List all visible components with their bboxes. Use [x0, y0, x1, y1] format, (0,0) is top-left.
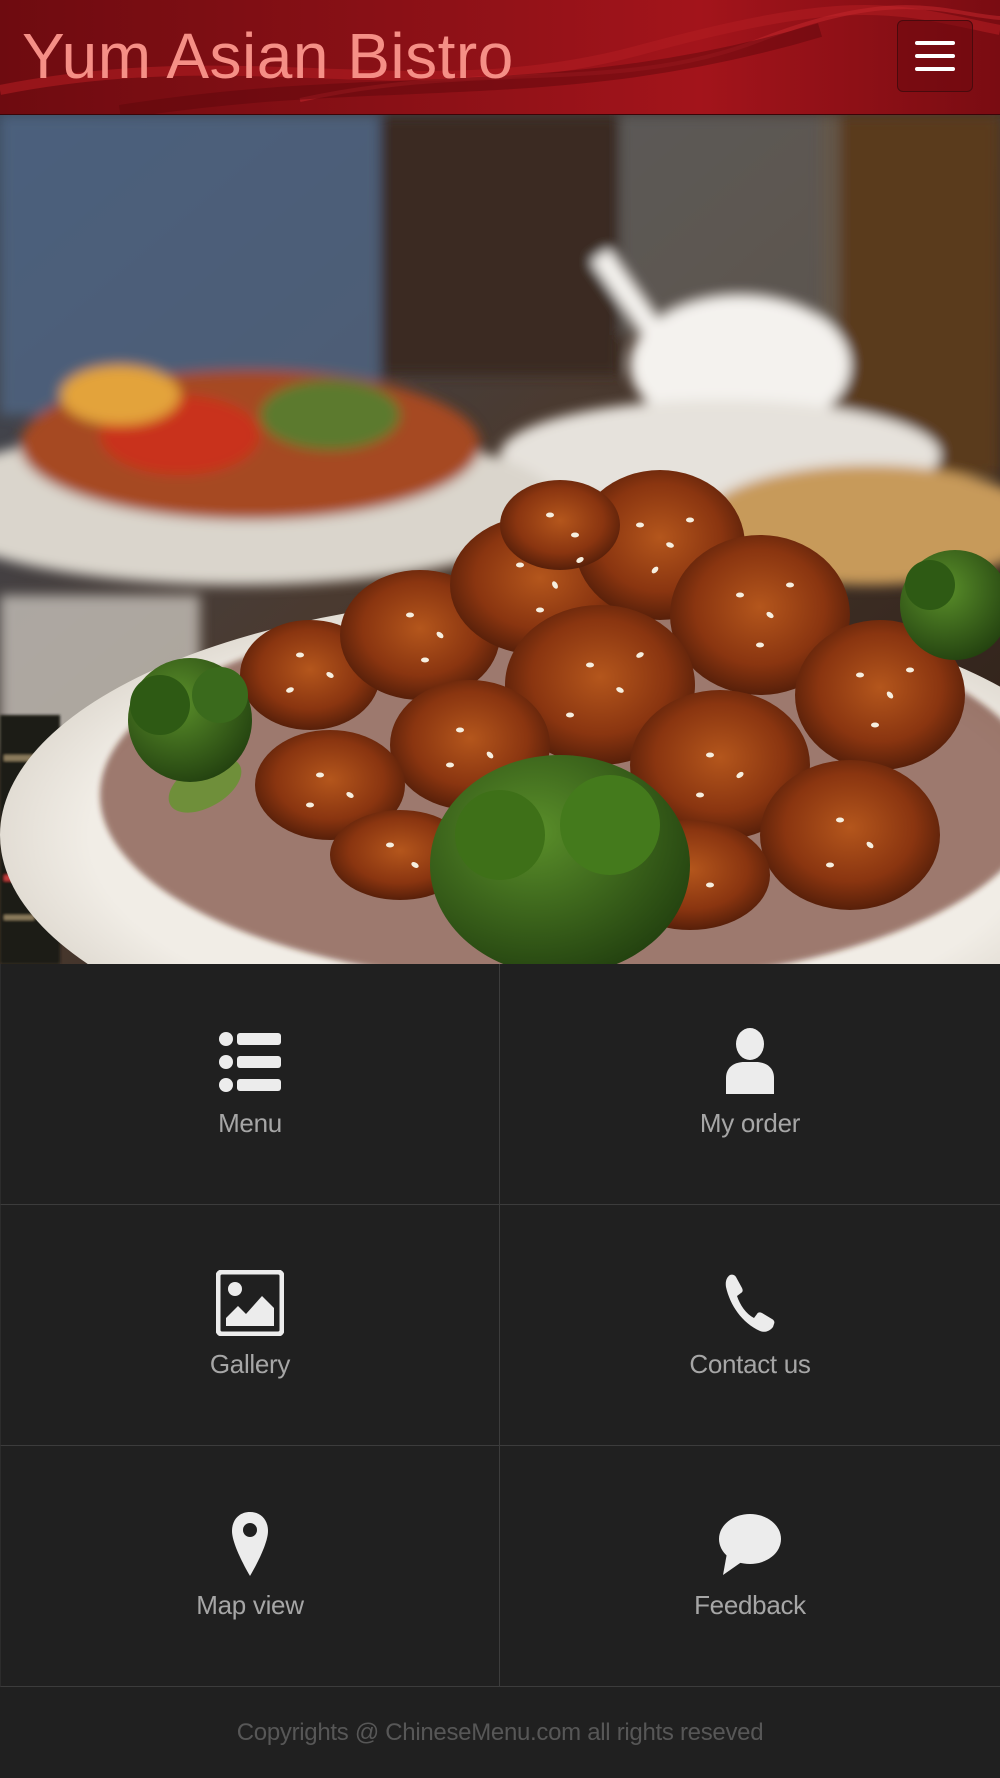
tile-my-order-label: My order — [699, 1108, 801, 1138]
tile-feedback[interactable]: Feedback — [500, 1446, 1000, 1687]
tile-map-view-label: Map view — [196, 1590, 304, 1620]
app-header: Yum Asian Bistro — [0, 0, 1000, 115]
footer: Copyrights @ ChineseMenu.com all rights … — [0, 1687, 1000, 1778]
tile-contact-us-label: Contact us — [689, 1349, 811, 1379]
hero-food-image — [0, 115, 1000, 964]
app-title: Yum Asian Bistro — [22, 20, 514, 92]
tile-menu[interactable]: Menu — [0, 964, 500, 1205]
phone-icon — [724, 1269, 776, 1337]
tile-my-order[interactable]: My order — [500, 964, 1000, 1205]
list-icon — [218, 1028, 282, 1096]
hamburger-menu-button[interactable] — [897, 20, 973, 92]
navigation-grid: Menu My order Gallery Contact us Map vie… — [0, 964, 1000, 1687]
hamburger-menu-icon — [915, 41, 955, 71]
copyright-text: Copyrights @ ChineseMenu.com all rights … — [236, 1718, 764, 1746]
tile-map-view[interactable]: Map view — [0, 1446, 500, 1687]
tile-gallery[interactable]: Gallery — [0, 1205, 500, 1446]
tile-menu-label: Menu — [218, 1108, 282, 1138]
tile-contact-us[interactable]: Contact us — [500, 1205, 1000, 1446]
map-pin-icon — [230, 1510, 270, 1578]
user-icon — [724, 1028, 776, 1096]
tile-feedback-label: Feedback — [694, 1590, 806, 1620]
chat-bubble-icon — [717, 1510, 783, 1578]
tile-gallery-label: Gallery — [209, 1349, 291, 1379]
image-icon — [216, 1269, 284, 1337]
